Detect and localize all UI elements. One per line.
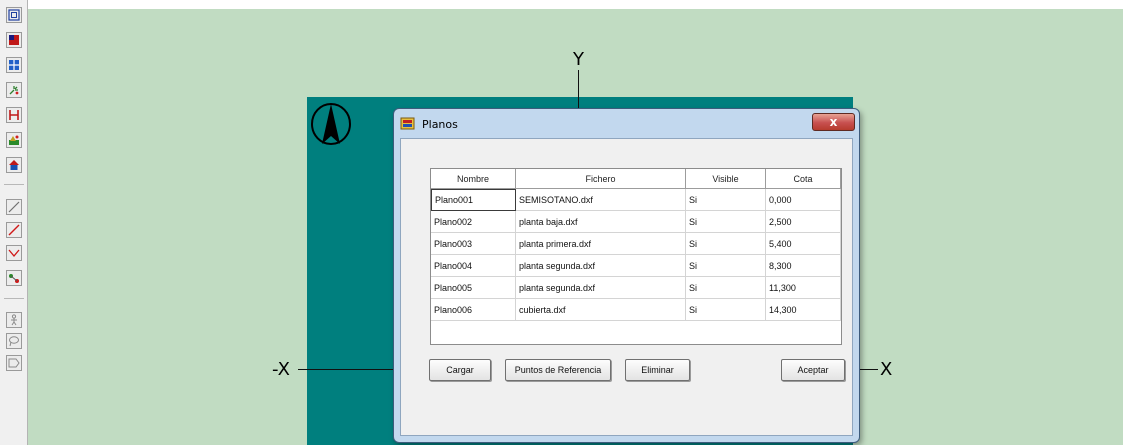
x-axis-label: X xyxy=(880,359,893,380)
cell-fichero[interactable]: planta baja.dxf xyxy=(516,211,686,233)
polyline-icon[interactable] xyxy=(6,245,22,261)
table-row[interactable]: Plano001 SEMISOTANO.dxf Si 0,000 xyxy=(431,189,841,211)
table-row[interactable]: Plano005 planta segunda.dxf Si 11,300 xyxy=(431,277,841,299)
north-arrow-icon xyxy=(311,103,351,145)
toolbar-separator xyxy=(4,184,24,185)
cell-nombre[interactable]: Plano001 xyxy=(431,189,516,211)
cell-nombre[interactable]: Plano005 xyxy=(431,277,516,299)
frame-select-icon[interactable] xyxy=(6,7,22,23)
cell-fichero[interactable]: planta segunda.dxf xyxy=(516,255,686,277)
planos-table: Nombre Fichero Visible Cota Plano001 SEM… xyxy=(430,168,842,345)
landscape-icon[interactable] xyxy=(6,132,22,148)
column-icon[interactable] xyxy=(6,107,22,123)
aceptar-button[interactable]: Aceptar xyxy=(781,359,845,381)
dialog-body: Nombre Fichero Visible Cota Plano001 SEM… xyxy=(400,138,853,436)
cargar-button[interactable]: Cargar xyxy=(429,359,491,381)
red-block-icon[interactable] xyxy=(6,32,22,48)
cell-visible[interactable]: Si xyxy=(686,189,766,211)
grid-blue-icon[interactable] xyxy=(6,57,22,73)
cell-nombre[interactable]: Plano004 xyxy=(431,255,516,277)
cell-cota[interactable]: 8,300 xyxy=(766,255,841,277)
table-row[interactable]: Plano002 planta baja.dxf Si 2,500 xyxy=(431,211,841,233)
cell-cota[interactable]: 11,300 xyxy=(766,277,841,299)
cell-visible[interactable]: Si xyxy=(686,233,766,255)
x-axis-line-left xyxy=(298,369,394,370)
column-header-nombre[interactable]: Nombre xyxy=(431,169,516,189)
planos-app-icon xyxy=(400,117,415,130)
cell-cota[interactable]: 0,000 xyxy=(766,189,841,211)
cell-cota[interactable]: 5,400 xyxy=(766,233,841,255)
cell-visible[interactable]: Si xyxy=(686,211,766,233)
y-axis-label: Y xyxy=(573,49,584,70)
cell-fichero[interactable]: planta segunda.dxf xyxy=(516,277,686,299)
sparkle-icon[interactable] xyxy=(6,82,22,98)
table-row[interactable]: Plano003 planta primera.dxf Si 5,400 xyxy=(431,233,841,255)
column-header-fichero[interactable]: Fichero xyxy=(516,169,686,189)
cell-nombre[interactable]: Plano003 xyxy=(431,233,516,255)
node-icon[interactable] xyxy=(6,270,22,286)
column-header-visible[interactable]: Visible xyxy=(686,169,766,189)
cell-visible[interactable]: Si xyxy=(686,277,766,299)
cell-nombre[interactable]: Plano006 xyxy=(431,299,516,321)
cell-visible[interactable]: Si xyxy=(686,255,766,277)
planos-dialog: Planos x Nombre Fichero Visible Cota Pla… xyxy=(393,108,860,443)
dialog-title: Planos xyxy=(422,117,458,131)
table-row[interactable]: Plano004 planta segunda.dxf Si 8,300 xyxy=(431,255,841,277)
cell-visible[interactable]: Si xyxy=(686,299,766,321)
left-toolbar xyxy=(0,0,28,445)
cell-fichero[interactable]: planta primera.dxf xyxy=(516,233,686,255)
close-button[interactable]: x xyxy=(812,113,855,131)
neg-x-axis-label: -X xyxy=(272,359,290,380)
toolbar-separator xyxy=(4,298,24,299)
table-row[interactable]: Plano006 cubierta.dxf Si 14,300 xyxy=(431,299,841,321)
lasso-icon[interactable] xyxy=(6,333,22,349)
person-icon[interactable] xyxy=(6,312,22,328)
puntos-de-referencia-button[interactable]: Puntos de Referencia xyxy=(505,359,611,381)
cell-nombre[interactable]: Plano002 xyxy=(431,211,516,233)
line-icon[interactable] xyxy=(6,199,22,215)
cell-cota[interactable]: 2,500 xyxy=(766,211,841,233)
cell-cota[interactable]: 14,300 xyxy=(766,299,841,321)
cell-fichero[interactable]: SEMISOTANO.dxf xyxy=(516,189,686,211)
eliminar-button[interactable]: Eliminar xyxy=(625,359,690,381)
red-line-icon[interactable] xyxy=(6,222,22,238)
table-header: Nombre Fichero Visible Cota xyxy=(431,169,841,189)
tag-icon[interactable] xyxy=(6,355,22,371)
dialog-titlebar[interactable]: Planos x xyxy=(398,113,855,135)
cell-fichero[interactable]: cubierta.dxf xyxy=(516,299,686,321)
x-axis-line-right xyxy=(860,369,878,370)
y-axis-line xyxy=(578,70,579,108)
house-icon[interactable] xyxy=(6,157,22,173)
column-header-cota[interactable]: Cota xyxy=(766,169,841,189)
